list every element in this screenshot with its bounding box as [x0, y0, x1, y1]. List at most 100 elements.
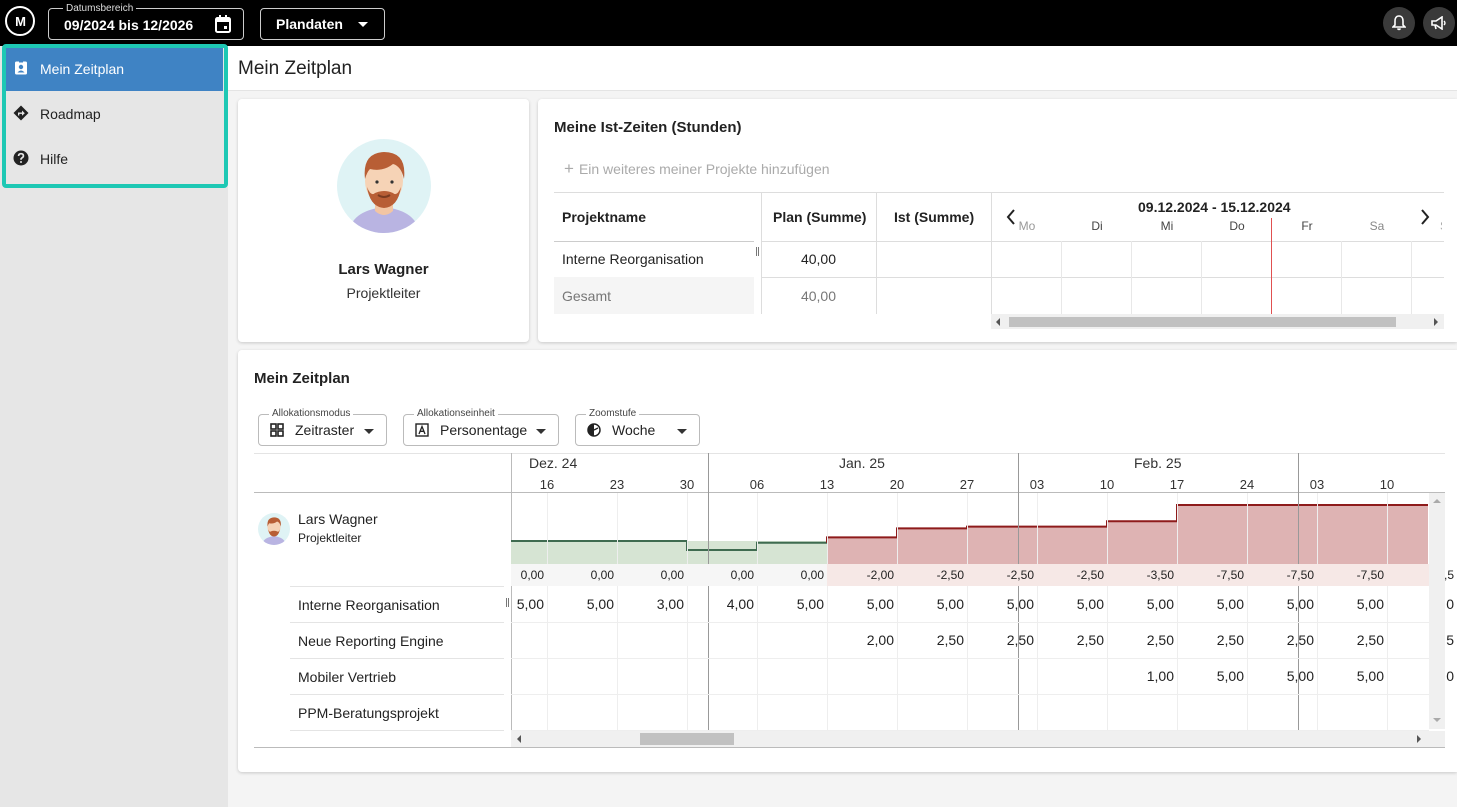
allocation-cell[interactable]: 5,00 — [1180, 596, 1244, 612]
allocation-unit-label: Allokationseinheit — [414, 408, 498, 420]
zoom-dial-icon — [587, 423, 601, 437]
month-label: Dez. 24 — [529, 455, 578, 471]
scroll-up-icon[interactable] — [1433, 499, 1441, 503]
actual-times-title: Meine Ist-Zeiten (Stunden) — [554, 119, 742, 136]
allocation-cell[interactable]: 2,50 — [1110, 632, 1174, 648]
day-label: Di — [1091, 219, 1103, 233]
difference-value: 0,00 — [800, 568, 824, 582]
zoom-level-select[interactable]: Zoomstufe Woche — [575, 408, 700, 446]
app-logo[interactable]: M — [5, 6, 35, 36]
week-range-label: 09.12.2024 - 15.12.2024 — [1138, 199, 1291, 215]
scroll-right-icon[interactable] — [1417, 735, 1421, 743]
allocation-cell[interactable]: 5,00 — [1180, 668, 1244, 684]
project-name-cell: Interne Reorganisation — [562, 251, 704, 267]
grid-line — [547, 493, 548, 731]
grid-line — [757, 493, 758, 731]
allocation-unit-select[interactable]: Allokationseinheit Personentage — [403, 408, 559, 446]
allocation-cell[interactable]: 3,00 — [620, 596, 684, 612]
main-content: Mein Zeitplan Lars Wagner Projektleiter … — [228, 46, 1457, 807]
today-marker — [1271, 218, 1272, 314]
allocation-cell[interactable]: 5,00 — [1250, 668, 1314, 684]
allocation-cell[interactable]: 2,00 — [830, 632, 894, 648]
total-label: Gesamt — [562, 287, 612, 304]
week-label: 20 — [889, 477, 905, 492]
page-header: Mein Zeitplan — [228, 46, 1457, 91]
scroll-left-icon[interactable] — [996, 318, 1000, 326]
scroll-right-icon[interactable] — [1434, 318, 1438, 326]
overload-bar — [1177, 505, 1247, 564]
difference-value: -2,50 — [1076, 568, 1104, 582]
table-divider — [991, 192, 992, 314]
allocation-cell[interactable]: 5,00 — [550, 596, 614, 612]
logo-text: M — [15, 13, 26, 29]
allocation-mode-select[interactable]: Allokationsmodus Zeitraster — [258, 408, 387, 446]
allocation-cell[interactable]: 2,50 — [1180, 632, 1244, 648]
vertical-scrollbar[interactable] — [1429, 493, 1445, 729]
week-label: 24 — [1239, 477, 1255, 492]
week-label: 17 — [1169, 477, 1185, 492]
scrollbar-thumb[interactable] — [1009, 317, 1396, 327]
difference-value: -2,50 — [936, 568, 964, 582]
allocation-cell[interactable]: 2,50 — [1320, 632, 1384, 648]
allocation-cell[interactable]: 2,50 — [970, 632, 1034, 648]
overload-bar — [1107, 521, 1177, 564]
allocation-cell[interactable]: 5,00 — [1110, 596, 1174, 612]
plus-icon: + — [564, 159, 574, 178]
add-project-link[interactable]: + Ein weiteres meiner Projekte hinzufügen — [564, 159, 830, 179]
column-header-ist[interactable]: Ist (Summe) — [894, 192, 974, 241]
allocation-cell[interactable]: 4,00 — [690, 596, 754, 612]
difference-value: -3,50 — [1146, 568, 1174, 582]
chevron-down-icon — [364, 429, 374, 434]
allocation-cell[interactable]: 1,00 — [1110, 668, 1174, 684]
drag-handle[interactable] — [506, 598, 509, 607]
allocation-cell[interactable]: 5,00 — [970, 596, 1034, 612]
grid-line — [617, 493, 618, 731]
allocation-cell[interactable]: 5,00 — [830, 596, 894, 612]
column-header-project[interactable]: Projektname — [562, 192, 646, 241]
allocation-cell[interactable]: 2,50 — [1040, 632, 1104, 648]
allocation-cell[interactable]: 5,00 — [760, 596, 824, 612]
week-label: 03 — [1029, 477, 1045, 492]
profile-role: Projektleiter — [346, 285, 421, 301]
drag-handle[interactable] — [756, 247, 759, 256]
week-label: 30 — [679, 477, 695, 492]
allocation-cell[interactable]: 2,50 — [900, 632, 964, 648]
plan-data-label: Plandaten — [276, 16, 343, 32]
allocation-cell[interactable]: 5,00 — [1320, 596, 1384, 612]
table-divider — [991, 277, 1444, 278]
grid-line — [511, 658, 1429, 659]
person-role: Projektleiter — [298, 531, 362, 545]
grid-line — [1061, 241, 1062, 314]
allocation-cell[interactable]: 5,00 — [480, 596, 544, 612]
schedule-title: Mein Zeitplan — [254, 370, 350, 387]
date-range-field[interactable]: Datumsbereich 09/2024 bis 12/2026 — [48, 3, 244, 40]
allocation-cell[interactable]: 5,00 — [1320, 668, 1384, 684]
zoom-level-value: Woche — [612, 422, 656, 438]
scrollbar-thumb[interactable] — [640, 733, 734, 745]
allocation-cell[interactable]: 2,50 — [1250, 632, 1314, 648]
day-label: Mo — [1018, 219, 1036, 233]
allocation-cell[interactable]: 5,00 — [900, 596, 964, 612]
megaphone-icon[interactable] — [1423, 7, 1455, 39]
day-label: Sa — [1369, 219, 1385, 233]
plan-data-dropdown[interactable]: Plandaten — [260, 8, 385, 40]
week-label: 23 — [609, 477, 625, 492]
allocation-cell[interactable]: 5,00 — [1250, 596, 1314, 612]
difference-value: -2,00 — [866, 568, 894, 582]
plan-sum-cell: 40,00 — [800, 251, 837, 267]
scroll-left-icon[interactable] — [517, 735, 521, 743]
chevron-down-icon — [358, 22, 368, 27]
allocation-cell[interactable]: 5,00 — [1040, 596, 1104, 612]
project-row-name: PPM-Beratungsprojekt — [298, 705, 439, 721]
bell-icon[interactable] — [1383, 7, 1415, 39]
profile-card: Lars Wagner Projektleiter — [238, 99, 529, 342]
overload-bar — [1037, 526, 1107, 564]
calendar-icon[interactable] — [215, 15, 231, 33]
project-row-name: Neue Reporting Engine — [298, 633, 444, 649]
column-header-plan[interactable]: Plan (Summe) — [773, 192, 866, 241]
grid-line — [290, 694, 504, 695]
scroll-down-icon[interactable] — [1433, 718, 1441, 722]
table-divider — [876, 192, 877, 314]
grid-line — [511, 694, 1429, 695]
difference-value: 0,00 — [590, 568, 614, 582]
